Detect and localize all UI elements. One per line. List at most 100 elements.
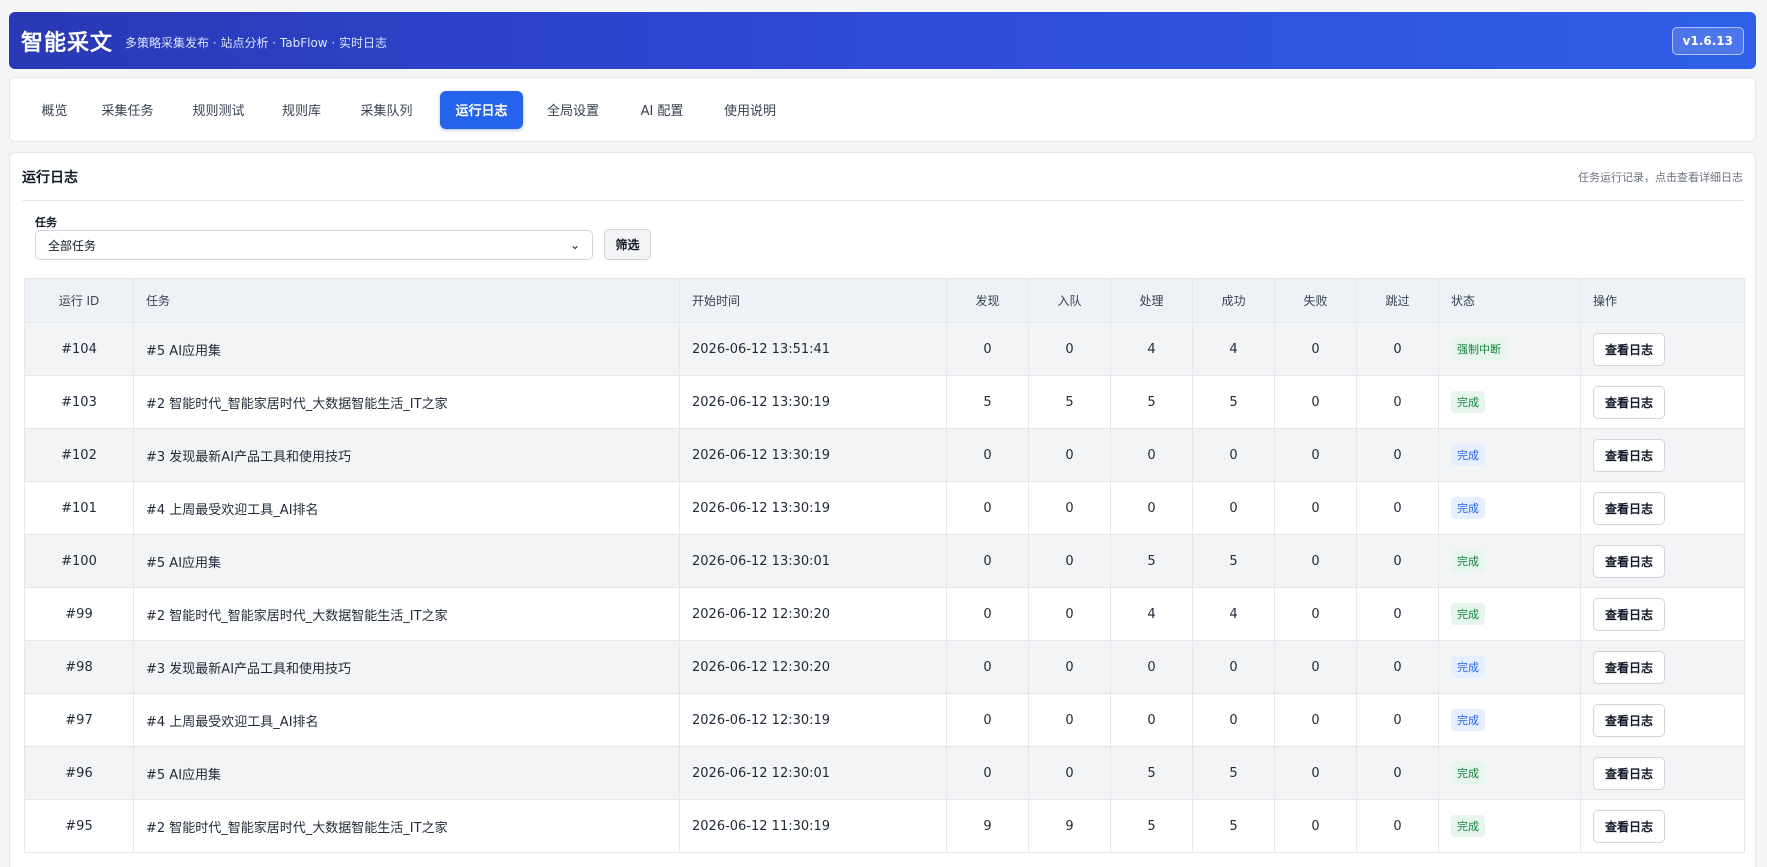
found-cell: 0	[946, 534, 1029, 588]
task-select-value: 全部任务	[48, 238, 97, 253]
col-failed: 失败	[1274, 278, 1357, 323]
tab-global-settings[interactable]: 全局设置	[523, 91, 623, 129]
task-cell: #4 上周最受欢迎工具_AI排名	[133, 693, 680, 747]
status-cell: 完成	[1438, 375, 1581, 429]
table-header-row: 运行 ID 任务 开始时间 发现 入队 处理 成功 失败 跳过 状态 操作	[24, 278, 1745, 323]
col-found: 发现	[946, 278, 1029, 323]
view-log-button[interactable]: 查看日志	[1593, 756, 1666, 790]
task-cell: #5 AI应用集	[133, 534, 680, 588]
processed-cell: 5	[1110, 375, 1193, 429]
queued-cell: 0	[1028, 587, 1111, 641]
action-cell: 查看日志	[1580, 322, 1745, 376]
found-cell: 0	[946, 587, 1029, 641]
start-time-cell: 2026-06-12 12:30:20	[679, 587, 947, 641]
run-id-cell: #103	[24, 375, 134, 429]
view-log-button[interactable]: 查看日志	[1593, 809, 1666, 843]
success-cell: 5	[1192, 799, 1275, 853]
action-cell: 查看日志	[1580, 799, 1745, 853]
status-badge: 完成	[1451, 656, 1485, 678]
queued-cell: 0	[1028, 481, 1111, 535]
run-id-cell: #101	[24, 481, 134, 535]
found-cell: 0	[946, 746, 1029, 800]
task-cell: #2 智能时代_智能家居时代_大数据智能生活_IT之家	[133, 587, 680, 641]
queued-cell: 0	[1028, 746, 1111, 800]
panel-title: 运行日志	[22, 169, 78, 186]
skipped-cell: 0	[1356, 746, 1439, 800]
action-cell: 查看日志	[1580, 428, 1745, 482]
col-skipped: 跳过	[1356, 278, 1439, 323]
tab-rule-test[interactable]: 规则测试	[172, 91, 265, 129]
queued-cell: 5	[1028, 375, 1111, 429]
success-cell: 0	[1192, 693, 1275, 747]
view-log-button[interactable]: 查看日志	[1593, 385, 1666, 419]
table-row: #99 #2 智能时代_智能家居时代_大数据智能生活_IT之家 2026-06-12…	[24, 587, 1745, 641]
success-cell: 5	[1192, 375, 1275, 429]
skipped-cell: 0	[1356, 428, 1439, 482]
start-time-cell: 2026-06-12 13:30:19	[679, 428, 947, 482]
skipped-cell: 0	[1356, 534, 1439, 588]
view-log-button[interactable]: 查看日志	[1593, 650, 1666, 684]
status-badge: 完成	[1451, 550, 1485, 572]
start-time-cell: 2026-06-12 12:30:01	[679, 746, 947, 800]
table-row: #101 #4 上周最受欢迎工具_AI排名 2026-06-12 13:30:19 0…	[24, 481, 1745, 535]
view-log-button[interactable]: 查看日志	[1593, 332, 1666, 366]
processed-cell: 0	[1110, 693, 1193, 747]
found-cell: 5	[946, 375, 1029, 429]
status-cell: 完成	[1438, 534, 1581, 588]
failed-cell: 0	[1274, 375, 1357, 429]
status-cell: 完成	[1438, 746, 1581, 800]
run-id-cell: #104	[24, 322, 134, 376]
view-log-button[interactable]: 查看日志	[1593, 544, 1666, 578]
status-badge: 完成	[1451, 815, 1485, 837]
start-time-cell: 2026-06-12 11:30:19	[679, 799, 947, 853]
failed-cell: 0	[1274, 481, 1357, 535]
status-badge: 完成	[1451, 709, 1485, 731]
queued-cell: 0	[1028, 322, 1111, 376]
skipped-cell: 0	[1356, 640, 1439, 694]
tab-collect-queue[interactable]: 采集队列	[338, 91, 435, 129]
failed-cell: 0	[1274, 799, 1357, 853]
view-log-button[interactable]: 查看日志	[1593, 597, 1666, 631]
view-log-button[interactable]: 查看日志	[1593, 491, 1666, 525]
run-id-cell: #102	[24, 428, 134, 482]
failed-cell: 0	[1274, 693, 1357, 747]
tab-rule-library[interactable]: 规则库	[265, 91, 338, 129]
processed-cell: 5	[1110, 746, 1193, 800]
status-badge: 强制中断	[1451, 338, 1507, 360]
success-cell: 4	[1192, 322, 1275, 376]
task-select[interactable]: 全部任务 ⌄	[35, 230, 593, 260]
queued-cell: 9	[1028, 799, 1111, 853]
table-row: #100 #5 AI应用集 2026-06-12 13:30:01 0 0 5 5 0 0 完成查…	[24, 534, 1745, 588]
tab-ai-config[interactable]: AI 配置	[623, 91, 701, 129]
failed-cell: 0	[1274, 746, 1357, 800]
action-cell: 查看日志	[1580, 746, 1745, 800]
table-row: #103 #2 智能时代_智能家居时代_大数据智能生活_IT之家 2026-06-1…	[24, 375, 1745, 429]
skipped-cell: 0	[1356, 799, 1439, 853]
view-log-button[interactable]: 查看日志	[1593, 703, 1666, 737]
processed-cell: 4	[1110, 322, 1193, 376]
tab-run-log[interactable]: 运行日志	[440, 90, 523, 129]
filter-button[interactable]: 筛选	[604, 229, 651, 260]
tab-collect-tasks[interactable]: 采集任务	[83, 91, 172, 129]
processed-cell: 4	[1110, 587, 1193, 641]
table-row: #98 #3 发现最新AI产品工具和使用技巧 2026-06-12 12:30:20…	[24, 640, 1745, 694]
found-cell: 0	[946, 693, 1029, 747]
found-cell: 0	[946, 428, 1029, 482]
status-badge: 完成	[1451, 762, 1485, 784]
version-badge[interactable]: v1.6.13	[1671, 26, 1744, 55]
processed-cell: 5	[1110, 799, 1193, 853]
table-row: #102 #3 发现最新AI产品工具和使用技巧 2026-06-12 13:30:1…	[24, 428, 1745, 482]
action-cell: 查看日志	[1580, 534, 1745, 588]
table-row: #104 #5 AI应用集 2026-06-12 13:51:41 0 0 4 4 0 0 强制中…	[24, 322, 1745, 376]
tab-usage-guide[interactable]: 使用说明	[701, 91, 799, 129]
tab-overview[interactable]: 概览	[26, 91, 83, 129]
table-row: #96 #5 AI应用集 2026-06-12 12:30:01 0 0 5 5 0 0 完成 查看…	[24, 746, 1745, 800]
app-subtitle: 多策略采集发布 · 站点分析 · TabFlow · 实时日志	[125, 36, 388, 50]
view-log-button[interactable]: 查看日志	[1593, 438, 1666, 472]
status-cell: 完成	[1438, 428, 1581, 482]
status-cell: 完成	[1438, 799, 1581, 853]
task-cell: #2 智能时代_智能家居时代_大数据智能生活_IT之家	[133, 799, 680, 853]
processed-cell: 0	[1110, 640, 1193, 694]
task-cell: #3 发现最新AI产品工具和使用技巧	[133, 428, 680, 482]
failed-cell: 0	[1274, 428, 1357, 482]
